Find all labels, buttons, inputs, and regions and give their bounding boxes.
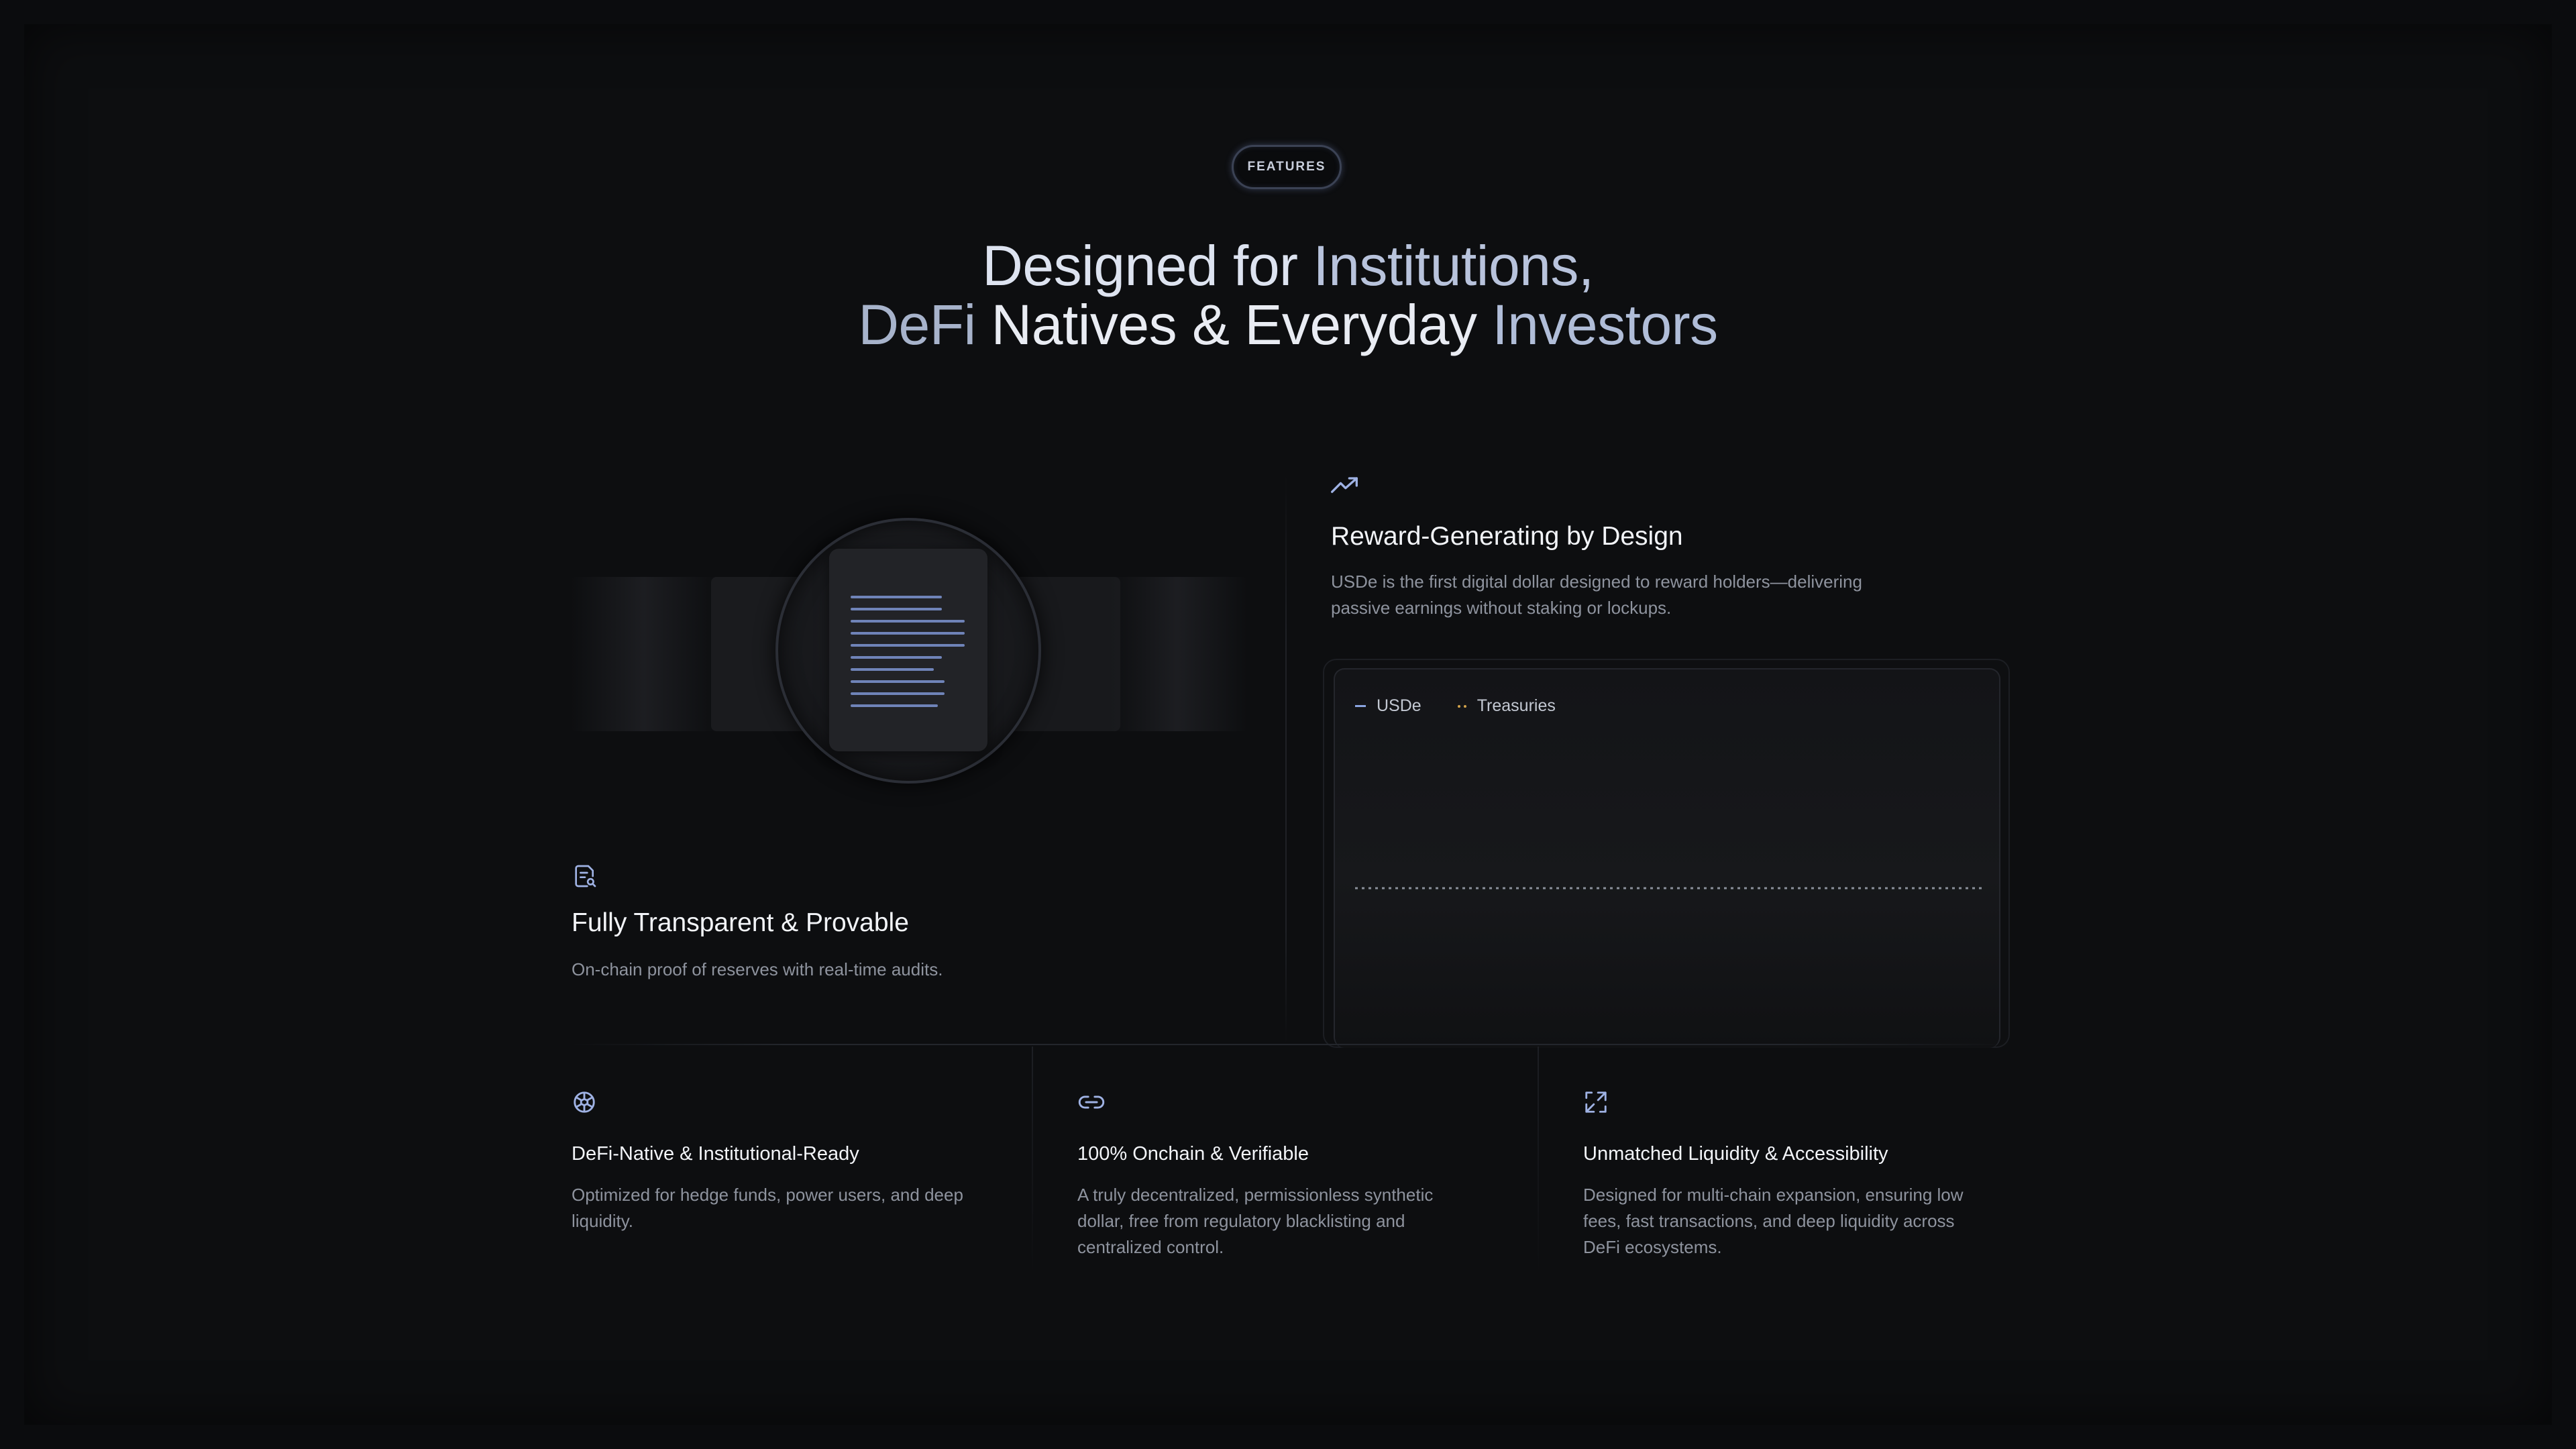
- desc-line: passive earnings without staking or lock…: [1331, 598, 1672, 618]
- headline-part: Institutions,: [1313, 234, 1594, 297]
- desc-line: fees, fast transactions, and deep liquid…: [1583, 1211, 1955, 1231]
- headline-part: Investors: [1492, 293, 1718, 356]
- legend-usde: USDe: [1377, 696, 1421, 715]
- feature-title-transparent: Fully Transparent & Provable: [572, 908, 909, 937]
- cube-network-icon: [572, 1089, 597, 1115]
- treasuries-swatch: [1457, 704, 1466, 708]
- desc-line: dollar, free from regulatory blacklistin…: [1077, 1211, 1405, 1231]
- card-divider: [1538, 1046, 1539, 1275]
- desc-line: USDe is the first digital dollar designe…: [1331, 572, 1862, 592]
- desc-line: centralized control.: [1077, 1237, 1224, 1257]
- vertical-divider: [1285, 473, 1287, 1044]
- document-graphic: [829, 549, 987, 751]
- feature-desc-reward: USDe is the first digital dollar designe…: [1331, 569, 1862, 621]
- illustration-strip: [570, 577, 718, 731]
- expand-arrows-icon: [1583, 1089, 1609, 1115]
- features-badge: FEATURES: [1232, 145, 1342, 189]
- illustration-strip: [1107, 577, 1248, 731]
- section-headline: Designed for Institutions, DeFi Natives …: [0, 236, 2576, 354]
- desc-line: DeFi ecosystems.: [1583, 1237, 1722, 1257]
- horizontal-divider: [570, 1044, 2006, 1045]
- feature-title-reward: Reward-Generating by Design: [1331, 522, 1683, 551]
- chain-link-icon: [1077, 1091, 1106, 1114]
- desc-line: Optimized for hedge funds, power users, …: [572, 1185, 963, 1205]
- card-title-onchain: 100% Onchain & Verifiable: [1077, 1143, 1309, 1165]
- headline-part: DeFi: [858, 293, 976, 356]
- card-title-liquidity: Unmatched Liquidity & Accessibility: [1583, 1143, 1888, 1165]
- legend-treasuries: Treasuries: [1477, 696, 1556, 715]
- desc-line: A truly decentralized, permissionless sy…: [1077, 1185, 1434, 1205]
- chart-legend: USDe Treasuries: [1355, 696, 1556, 716]
- desc-line: liquidity.: [572, 1211, 634, 1231]
- card-divider: [1032, 1046, 1033, 1275]
- card-desc-onchain: A truly decentralized, permissionless sy…: [1077, 1182, 1507, 1260]
- feature-desc-transparent: On-chain proof of reserves with real-tim…: [572, 959, 943, 979]
- headline-part: Natives & Everyday: [991, 293, 1477, 356]
- usde-swatch: [1355, 705, 1366, 707]
- chart-plot: [1355, 887, 1986, 890]
- card-desc-defi-native: Optimized for hedge funds, power users, …: [572, 1182, 1001, 1234]
- document-search-icon: [572, 863, 598, 890]
- card-desc-liquidity: Designed for multi-chain expansion, ensu…: [1583, 1182, 2012, 1260]
- headline-part: Designed for: [982, 234, 1298, 297]
- desc-line: Designed for multi-chain expansion, ensu…: [1583, 1185, 1964, 1205]
- card-title-defi-native: DeFi-Native & Institutional-Ready: [572, 1143, 859, 1165]
- trending-up-icon: [1330, 475, 1359, 496]
